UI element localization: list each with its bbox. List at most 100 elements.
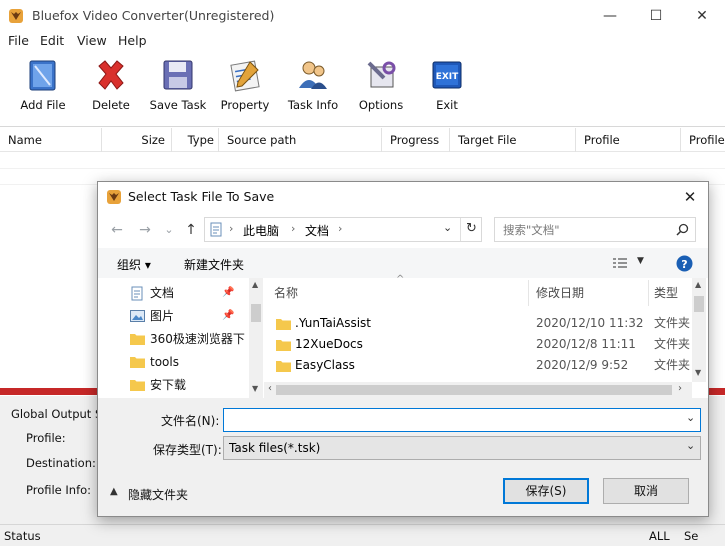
col-name[interactable]: Name	[0, 128, 102, 152]
save-task-label: Save Task	[149, 98, 207, 112]
folder-tree-pane: 文档 📌 图片 📌 360极速浏览器下 tools 安下载 ▲ ▼	[108, 278, 263, 398]
scroll-up-icon[interactable]: ▲	[695, 280, 701, 289]
view-dropdown-icon[interactable]: ▼	[637, 256, 644, 266]
breadcrumb-documents[interactable]: 文档	[305, 222, 329, 239]
tree-label: 安下载	[150, 378, 187, 392]
tree-scroll-thumb[interactable]	[251, 304, 261, 322]
property-button[interactable]: Property	[212, 58, 278, 122]
tree-item-360-browser[interactable]: 360极速浏览器下	[130, 328, 248, 350]
maximize-button[interactable]: ☐	[633, 0, 679, 31]
scroll-right-icon[interactable]: ›	[678, 383, 682, 394]
breadcrumb-separator-icon: ›	[229, 222, 234, 235]
task-list-header: Name Size Type Source path Progress Targ…	[0, 128, 725, 152]
tree-item-documents[interactable]: 文档 📌	[130, 282, 240, 304]
hide-folders-toggle[interactable]: 隐藏文件夹	[128, 486, 188, 503]
menu-file[interactable]: File	[8, 33, 29, 48]
organize-menu[interactable]: 组织 ▾	[117, 256, 151, 273]
status-se: Se	[684, 529, 699, 543]
file-row[interactable]: EasyClass 2020/12/9 9:52 文件夹	[264, 355, 694, 376]
col-profile-info[interactable]: Profile I	[681, 128, 725, 152]
col-profile[interactable]: Profile	[576, 128, 681, 152]
exit-button[interactable]: EXIT Exit	[414, 58, 480, 122]
col-header-date[interactable]: 修改日期	[536, 278, 584, 308]
dialog-close-button[interactable]: ✕	[672, 182, 708, 212]
col-size[interactable]: Size	[102, 128, 172, 152]
status-all: ALL	[649, 529, 670, 543]
filename-input[interactable]: ⌄	[223, 408, 701, 432]
file-type: 文件夹	[654, 337, 690, 351]
address-bar[interactable]: › 此电脑 › 文档 › ⌄ ↻	[204, 217, 482, 242]
task-info-button[interactable]: Task Info	[280, 58, 346, 122]
forward-arrow-icon[interactable]: →	[136, 221, 154, 239]
menu-view[interactable]: View	[77, 33, 107, 48]
address-dropdown-icon[interactable]: ⌄	[443, 221, 452, 234]
address-divider	[460, 218, 461, 241]
file-hscroll-thumb[interactable]	[276, 385, 672, 395]
delete-x-icon	[98, 60, 124, 90]
col-type[interactable]: Type	[172, 128, 219, 152]
tree-item-pictures[interactable]: 图片 📌	[130, 305, 240, 327]
col-target-file[interactable]: Target File	[450, 128, 576, 152]
back-arrow-icon[interactable]: ←	[108, 221, 126, 239]
row-divider	[0, 168, 725, 169]
add-file-button[interactable]: Add File	[10, 58, 76, 122]
up-arrow-icon[interactable]: ↑	[182, 221, 200, 239]
minimize-button[interactable]: —	[587, 0, 633, 31]
file-name: .YunTaiAssist	[295, 316, 372, 330]
col-header-name[interactable]: 名称	[274, 278, 298, 308]
file-list-vscrollbar[interactable]: ▲ ▼	[692, 278, 706, 382]
options-button[interactable]: Options	[348, 58, 414, 122]
task-info-label: Task Info	[287, 98, 339, 112]
file-list-pane: ^ 名称 修改日期 类型 .YunTaiAssist 2020/12/10 11…	[264, 274, 706, 398]
file-row[interactable]: 12XueDocs 2020/12/8 11:11 文件夹	[264, 334, 694, 355]
menu-bar: File Edit View Help	[0, 31, 725, 51]
breadcrumb-this-pc[interactable]: 此电脑	[243, 222, 279, 239]
file-list-hscrollbar[interactable]: ‹ ›	[264, 382, 692, 398]
filetype-dropdown-icon[interactable]: ⌄	[686, 439, 695, 452]
title-bar: Bluefox Video Converter(Unregistered) — …	[0, 0, 725, 31]
col-header-type[interactable]: 类型	[654, 278, 678, 308]
col-divider	[648, 280, 649, 306]
folder-icon	[276, 361, 291, 372]
chevron-up-icon[interactable]: ▲	[110, 486, 118, 497]
search-icon[interactable]	[676, 223, 689, 236]
tree-label: 图片	[150, 309, 175, 323]
help-icon[interactable]: ?	[676, 255, 693, 272]
scroll-up-icon[interactable]: ▲	[252, 280, 258, 289]
scroll-down-icon[interactable]: ▼	[252, 384, 258, 393]
tree-scrollbar[interactable]: ▲ ▼	[249, 278, 263, 398]
file-row[interactable]: .YunTaiAssist 2020/12/10 11:32 文件夹	[264, 313, 694, 334]
refresh-icon[interactable]: ↻	[466, 221, 477, 236]
folder-icon	[276, 319, 291, 330]
pictures-icon	[130, 310, 145, 322]
new-folder-button[interactable]: 新建文件夹	[184, 256, 244, 273]
file-name: 12XueDocs	[295, 337, 363, 351]
file-vscroll-thumb[interactable]	[694, 296, 704, 312]
tree-item-downloads[interactable]: 安下载	[130, 374, 240, 396]
filetype-label: 保存类型(T):	[153, 443, 222, 457]
view-options-icon[interactable]	[612, 257, 628, 269]
col-progress[interactable]: Progress	[382, 128, 450, 152]
options-label: Options	[358, 98, 404, 112]
filetype-value: Task files(*.tsk)	[229, 441, 321, 455]
menu-help[interactable]: Help	[118, 33, 147, 48]
search-box[interactable]: 搜索"文档"	[494, 217, 696, 242]
scroll-down-icon[interactable]: ▼	[695, 368, 701, 377]
filename-dropdown-icon[interactable]: ⌄	[686, 411, 695, 424]
filetype-select[interactable]: Task files(*.tsk) ⌄	[223, 436, 701, 460]
help-glyph: ?	[681, 258, 687, 271]
dialog-nav-row: ← → ⌄ ↑ › 此电脑 › 文档 › ⌄ ↻ 搜索"文档"	[98, 212, 708, 248]
scroll-left-icon[interactable]: ‹	[268, 383, 272, 394]
add-file-icon	[29, 60, 56, 91]
recent-dropdown-icon[interactable]: ⌄	[160, 221, 178, 239]
save-task-button[interactable]: Save Task	[145, 58, 211, 122]
save-button[interactable]: 保存(S)	[503, 478, 589, 504]
this-pc-icon	[210, 222, 222, 237]
menu-edit[interactable]: Edit	[40, 33, 64, 48]
tree-item-tools[interactable]: tools	[130, 351, 240, 373]
delete-button[interactable]: Delete	[78, 58, 144, 122]
close-button[interactable]: ✕	[679, 0, 725, 31]
cancel-button[interactable]: 取消	[603, 478, 689, 504]
col-source-path[interactable]: Source path	[219, 128, 382, 152]
exit-door-icon: EXIT	[432, 61, 462, 89]
